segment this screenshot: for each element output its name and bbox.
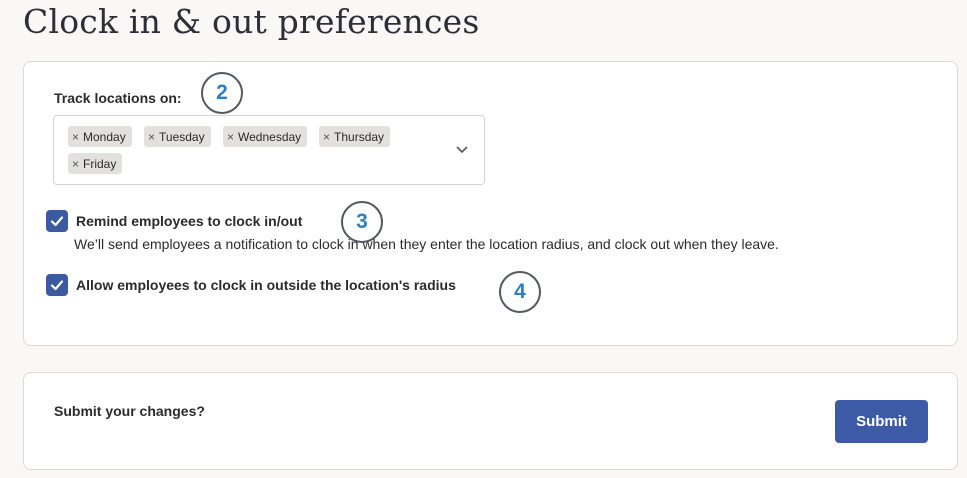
close-icon[interactable]: × [323,131,330,143]
day-chip-monday: × Monday [68,126,132,147]
allow-outside-label: Allow employees to clock in outside the … [76,277,456,293]
day-chip-tuesday: × Tuesday [144,126,211,147]
chip-label: Wednesday [238,129,302,144]
submit-button[interactable]: Submit [835,400,928,443]
preferences-card: Track locations on: × Monday × Tuesday ×… [23,61,958,346]
chevron-down-icon[interactable] [454,141,470,157]
day-chip-thursday: × Thursday [319,126,391,147]
checkmark-icon [50,280,64,291]
close-icon[interactable]: × [227,131,234,143]
step-badge-3: 3 [341,201,383,243]
checkmark-icon [50,216,64,227]
allow-outside-checkbox[interactable] [46,274,68,296]
page-title: Clock in & out preferences [23,2,480,41]
chip-label: Thursday [334,129,385,144]
step-badge-2: 2 [201,72,243,114]
chip-label: Friday [83,156,117,171]
close-icon[interactable]: × [148,131,155,143]
day-chip-wednesday: × Wednesday [223,126,308,147]
remind-description: We’ll send employees a notification to c… [74,236,779,252]
track-locations-label: Track locations on: [54,90,182,106]
submit-prompt: Submit your changes? [54,403,205,419]
remind-checkbox[interactable] [46,210,68,232]
day-chip-friday: × Friday [68,153,123,174]
track-days-multiselect[interactable]: × Monday × Tuesday × Wednesday × Thursda… [53,115,485,185]
remind-label: Remind employees to clock in/out [76,213,303,229]
close-icon[interactable]: × [72,158,79,170]
close-icon[interactable]: × [72,131,79,143]
submit-card: Submit your changes? Submit [23,372,958,470]
chip-label: Tuesday [159,129,205,144]
step-badge-4: 4 [499,271,541,313]
chip-label: Monday [83,129,126,144]
